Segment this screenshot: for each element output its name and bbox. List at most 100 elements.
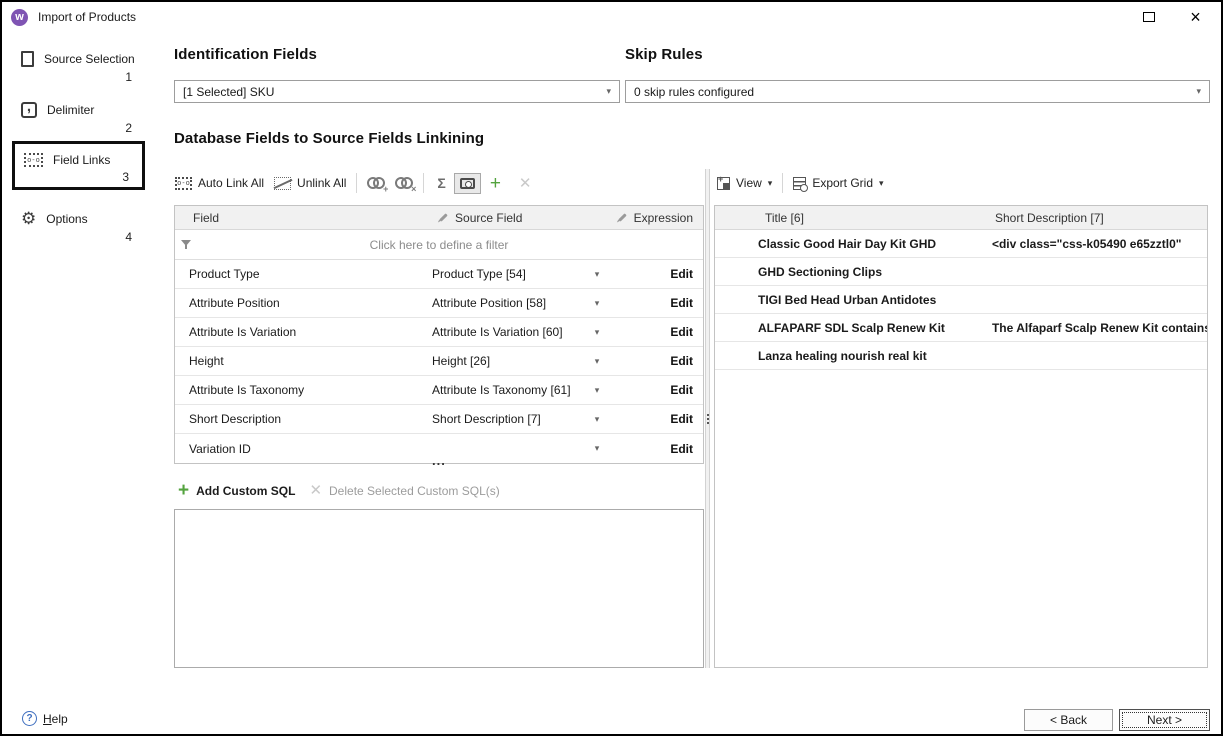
- filter-row[interactable]: Click here to define a filter: [175, 230, 703, 260]
- column-header-field[interactable]: Field: [175, 211, 432, 225]
- preview-row[interactable]: Lanza healing nourish real kit: [715, 342, 1207, 370]
- preview-row[interactable]: GHD Sectioning Clips: [715, 258, 1207, 286]
- column-header-title[interactable]: Title [6]: [715, 211, 987, 225]
- custom-sql-editor[interactable]: [174, 509, 704, 668]
- unlink-icon: [274, 177, 291, 190]
- source-field-dropdown[interactable]: Attribute Position [58]▾: [432, 296, 613, 310]
- toolbar-separator: [356, 173, 357, 193]
- sidebar-item-field-links[interactable]: o-o Field Links 3: [12, 141, 145, 190]
- db-field-name: Short Description: [175, 412, 432, 426]
- step-label: Options: [46, 212, 87, 226]
- export-grid-icon: [793, 177, 806, 190]
- view-icon: [717, 177, 730, 190]
- field-link-row: Attribute PositionAttribute Position [58…: [175, 289, 703, 318]
- add-custom-sql-button[interactable]: + Add Custom SQL: [178, 481, 295, 500]
- custom-sql-bar: + Add Custom SQL ✕ Delete Selected Custo…: [178, 481, 500, 500]
- edit-expression-link[interactable]: Edit: [670, 325, 693, 339]
- auto-link-all-button[interactable]: o-o Auto Link All: [170, 173, 269, 193]
- edit-expression-link[interactable]: Edit: [670, 354, 693, 368]
- column-header-source-field[interactable]: Source Field: [432, 211, 613, 225]
- toolbar-separator: [423, 173, 424, 193]
- field-link-row: HeightHeight [26]▾Edit: [175, 347, 703, 376]
- toolbar-separator: [782, 173, 783, 193]
- step-label: Field Links: [53, 153, 110, 167]
- skip-rules-dropdown[interactable]: 0 skip rules configured ▾: [625, 80, 1210, 103]
- step-number: 4: [21, 230, 145, 244]
- plus-icon: +: [178, 481, 189, 500]
- column-header-short-description[interactable]: Short Description [7]: [987, 211, 1207, 225]
- field-link-row: Product TypeProduct Type [54]▾Edit: [175, 260, 703, 289]
- expression-sum-button[interactable]: Σ: [429, 172, 453, 194]
- step-number: 3: [24, 170, 142, 184]
- preview-grid: Title [6] Short Description [7] Classic …: [714, 205, 1208, 668]
- preview-row[interactable]: Classic Good Hair Day Kit GHD<div class=…: [715, 230, 1207, 258]
- preview-toggle-button[interactable]: [454, 173, 481, 194]
- preview-eye-icon: [460, 178, 475, 189]
- gear-icon: ⚙: [21, 210, 36, 227]
- edit-expression-link[interactable]: Edit: [670, 412, 693, 426]
- auto-link-icon: o-o: [175, 177, 192, 190]
- grid-header: Title [6] Short Description [7]: [715, 206, 1207, 230]
- field-link-row: Attribute Is VariationAttribute Is Varia…: [175, 318, 703, 347]
- source-field-dropdown[interactable]: Height [26]▾: [432, 354, 613, 368]
- delete-field-link-button-disabled[interactable]: ✕: [510, 173, 541, 194]
- linking-section-heading: Database Fields to Source Fields Linkini…: [174, 130, 484, 147]
- back-button[interactable]: < Back: [1024, 709, 1113, 731]
- chevron-down-icon: ▾: [1196, 86, 1201, 97]
- sidebar-item-options[interactable]: ⚙ Options 4: [12, 205, 145, 247]
- preview-row[interactable]: ALFAPARF SDL Scalp Renew KitThe Alfaparf…: [715, 314, 1207, 342]
- field-link-row: Short DescriptionShort Description [7]▾ E…: [175, 405, 703, 434]
- chevron-down-icon: ▾: [606, 86, 611, 97]
- field-links-icon: o-o: [24, 153, 43, 167]
- next-button[interactable]: Next >: [1119, 709, 1210, 731]
- view-menu-button[interactable]: View ▾: [712, 173, 777, 193]
- source-field-dropdown[interactable]: Attribute Is Taxonomy [61]▾: [432, 383, 613, 397]
- export-grid-button[interactable]: Export Grid ▾: [788, 173, 888, 193]
- help-icon: ?: [22, 711, 37, 726]
- remove-link-button[interactable]: ×: [390, 174, 418, 192]
- sidebar-item-source-selection[interactable]: Source Selection 1: [12, 46, 145, 87]
- identification-fields-dropdown[interactable]: [1 Selected] SKU ▾: [174, 80, 620, 103]
- quote-icon: ,: [21, 102, 37, 118]
- source-field-dropdown[interactable]: Attribute Is Variation [60]▾: [432, 325, 613, 339]
- pencil-icon: [618, 213, 626, 221]
- identification-fields-heading: Identification Fields: [174, 46, 317, 63]
- chevron-down-icon: ▾: [595, 385, 600, 396]
- close-button[interactable]: ×: [1172, 2, 1219, 32]
- source-field-dropdown[interactable]: Short Description [7]▾: [432, 412, 613, 426]
- chevron-down-icon: ▾: [595, 443, 600, 454]
- document-icon: [21, 51, 34, 67]
- chevron-down-icon: ▾: [595, 327, 600, 338]
- close-icon: ×: [1190, 8, 1201, 26]
- filter-placeholder: Click here to define a filter: [175, 238, 703, 252]
- db-field-name: Attribute Is Taxonomy: [175, 383, 432, 397]
- skip-rules-heading: Skip Rules: [625, 46, 703, 63]
- db-field-name: Attribute Is Variation: [175, 325, 432, 339]
- column-header-expression[interactable]: Expression: [613, 211, 703, 225]
- add-field-link-button[interactable]: +: [481, 171, 510, 196]
- sidebar-item-delimiter[interactable]: , Delimiter 2: [12, 97, 145, 138]
- edit-expression-link[interactable]: Edit: [670, 442, 693, 456]
- edit-expression-link[interactable]: Edit: [670, 267, 693, 281]
- preview-toolbar: View ▾ Export Grid ▾: [712, 168, 1208, 198]
- edit-expression-link[interactable]: Edit: [670, 383, 693, 397]
- preview-description-cell: <div class="css-k05490 e65zztl0": [987, 237, 1207, 251]
- unlink-all-button[interactable]: Unlink All: [269, 173, 351, 193]
- step-label: Delimiter: [47, 103, 94, 117]
- preview-description-cell: The Alfaparf Scalp Renew Kit contains th…: [987, 321, 1207, 335]
- db-field-name: Attribute Position: [175, 296, 432, 310]
- chevron-down-icon: ▾: [595, 298, 600, 309]
- delete-custom-sql-button-disabled[interactable]: ✕ Delete Selected Custom SQL(s): [309, 483, 499, 498]
- add-link-button[interactable]: +: [362, 174, 390, 192]
- source-field-dropdown[interactable]: Product Type [54]▾: [432, 267, 613, 281]
- maximize-button[interactable]: [1125, 2, 1172, 32]
- link-remove-icon: ×: [395, 177, 413, 189]
- source-field-dropdown[interactable]: ▾: [432, 443, 613, 454]
- db-field-name: Variation ID: [175, 442, 432, 456]
- panel-splitter[interactable]: [705, 169, 710, 668]
- chevron-down-icon: ▾: [595, 414, 600, 425]
- app-logo-icon: w: [11, 9, 28, 26]
- preview-row[interactable]: TIGI Bed Head Urban Antidotes: [715, 286, 1207, 314]
- help-link[interactable]: ? Help: [22, 711, 68, 726]
- edit-expression-link[interactable]: Edit: [670, 296, 693, 310]
